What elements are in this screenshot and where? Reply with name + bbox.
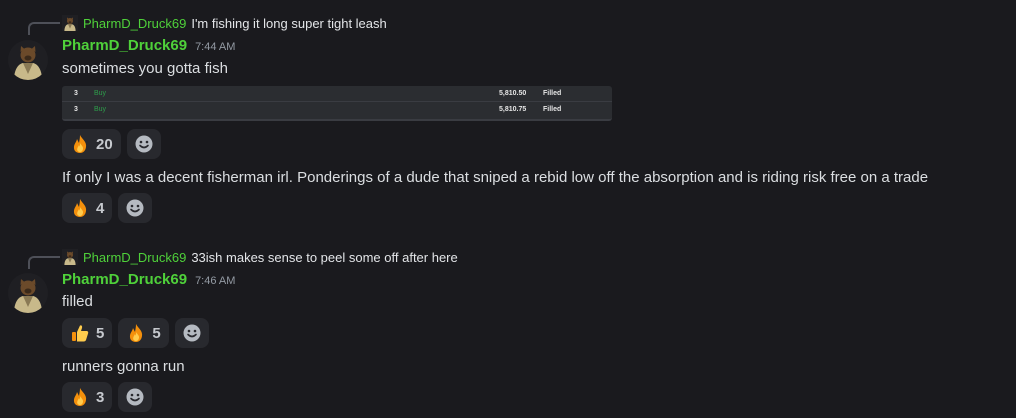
trade-row: 3 Buy 5,810.50 Filled (62, 86, 612, 102)
reactions-bar: 3 (62, 382, 153, 412)
trade-qty: 3 (74, 90, 78, 97)
add-reaction-button[interactable] (118, 193, 153, 223)
message-text: runners gonna run (62, 358, 185, 375)
timestamp[interactable]: 7:44 AM (195, 41, 235, 53)
reply-preview[interactable]: PharmD_Druck69 33ish makes sense to peel… (62, 248, 458, 266)
smiley-icon (134, 134, 154, 154)
avatar[interactable] (8, 273, 48, 313)
reply-text[interactable]: 33ish makes sense to peel some off after… (191, 250, 457, 265)
username[interactable]: PharmD_Druck69 (62, 271, 187, 288)
trade-price: 5,810.75 (499, 106, 527, 113)
trade-table-image[interactable]: 3 Buy 5,810.50 Filled 3 Buy 5,810.75 Fil… (62, 86, 612, 121)
reaction-count: 20 (96, 135, 113, 153)
reply-connector (28, 22, 60, 35)
message-text: filled (62, 293, 93, 310)
timestamp[interactable]: 7:46 AM (195, 275, 235, 287)
reaction-fire[interactable]: 3 (62, 382, 113, 412)
message-header: PharmD_Druck69 7:44 AM (62, 37, 235, 54)
reactions-bar: 5 5 (62, 318, 209, 348)
reaction-count: 5 (96, 324, 105, 342)
trade-side: Buy (94, 90, 107, 97)
reaction-count: 5 (152, 324, 161, 342)
add-reaction-button[interactable] (174, 318, 209, 348)
reply-username[interactable]: PharmD_Druck69 (83, 16, 186, 31)
add-reaction-button[interactable] (118, 382, 153, 412)
reply-username[interactable]: PharmD_Druck69 (83, 250, 186, 265)
reaction-thumbs-up[interactable]: 5 (62, 318, 113, 348)
fire-icon (70, 387, 90, 407)
fire-icon (126, 323, 146, 343)
trade-status: Filled (543, 90, 562, 97)
message-header: PharmD_Druck69 7:46 AM (62, 271, 235, 288)
thumbs-up-icon (70, 323, 90, 343)
reaction-fire[interactable]: 5 (118, 318, 169, 348)
reactions-bar: 20 (62, 129, 161, 159)
smiley-icon (125, 387, 145, 407)
message-text: If only I was a decent fisherman irl. Po… (62, 169, 929, 186)
reaction-count: 3 (96, 388, 105, 406)
message-text: sometimes you gotta fish (62, 60, 228, 77)
avatar[interactable] (8, 40, 48, 80)
reply-text[interactable]: I'm fishing it long super tight leash (191, 16, 386, 31)
trade-side: Buy (94, 106, 107, 113)
trade-price: 5,810.50 (499, 90, 527, 97)
trade-status: Filled (543, 106, 562, 113)
username[interactable]: PharmD_Druck69 (62, 37, 187, 54)
fire-icon (70, 134, 90, 154)
reactions-bar: 4 (62, 193, 153, 223)
smiley-icon (182, 323, 202, 343)
reply-connector (28, 256, 60, 269)
reply-avatar[interactable] (62, 15, 78, 31)
trade-row: 3 Buy 5,810.75 Filled (62, 102, 612, 117)
reply-avatar[interactable] (62, 249, 78, 265)
fire-icon (70, 198, 90, 218)
reaction-count: 4 (96, 199, 105, 217)
trade-qty: 3 (74, 106, 78, 113)
add-reaction-button[interactable] (126, 129, 161, 159)
reply-preview[interactable]: PharmD_Druck69 I'm fishing it long super… (62, 14, 387, 32)
smiley-icon (125, 198, 145, 218)
reaction-fire[interactable]: 20 (62, 129, 121, 159)
reaction-fire[interactable]: 4 (62, 193, 113, 223)
